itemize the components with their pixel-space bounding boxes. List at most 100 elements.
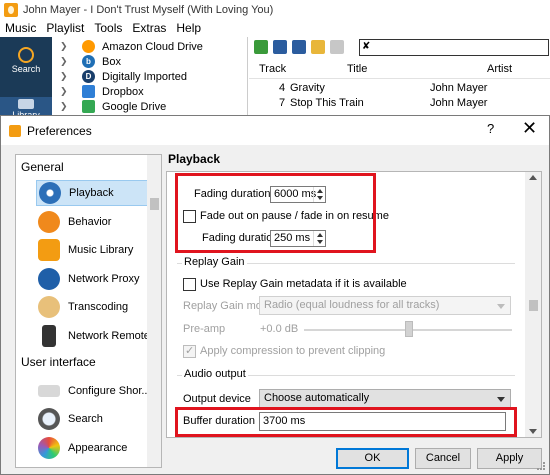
menu-help[interactable]: Help (171, 21, 206, 35)
preamp-slider-thumb[interactable] (405, 321, 413, 337)
resize-grip-icon[interactable] (536, 461, 546, 471)
service-tree: ❯ Amazon Cloud Drive ❯ b Box ❯ D Digital… (52, 37, 248, 125)
track-artist: John Mayer (430, 82, 488, 94)
category-header-user-interface: User interface (21, 355, 96, 369)
save-playlist-icon[interactable] (273, 40, 287, 54)
track-title: Gravity (290, 82, 325, 94)
chevron-right-icon[interactable]: ❯ (60, 56, 70, 67)
scroll-down-icon[interactable] (529, 429, 537, 434)
menu-playlist[interactable]: Playlist (41, 21, 89, 35)
use-replay-gain-label: Use Replay Gain metadata if it is availa… (200, 278, 407, 290)
tree-item-label: Google Drive (102, 100, 167, 113)
menu-music[interactable]: Music (0, 21, 41, 35)
chevron-right-icon[interactable]: ❯ (60, 86, 70, 97)
load-playlist-icon[interactable] (292, 40, 306, 54)
category-item-transcoding[interactable]: Transcoding (36, 294, 148, 320)
dropbox-icon (82, 85, 95, 98)
app-logo-icon (9, 124, 21, 137)
redo-icon[interactable] (330, 40, 344, 54)
track-list-header: Track Title Artist (249, 59, 550, 79)
new-playlist-icon[interactable] (254, 40, 268, 54)
tree-item-dropbox[interactable]: ❯ Dropbox (52, 84, 248, 99)
replay-gain-group-title: Replay Gain (182, 256, 247, 268)
column-header-track[interactable]: Track (259, 63, 286, 75)
di-icon: D (82, 70, 95, 83)
sidebar-search-button[interactable]: Search (0, 41, 52, 77)
apply-button[interactable]: Apply (477, 448, 542, 469)
close-button[interactable]: ✕ (522, 118, 537, 139)
app-logo-icon (4, 2, 18, 17)
menu-extras[interactable]: Extras (127, 21, 171, 35)
category-item-appearance[interactable]: Appearance (36, 435, 148, 461)
scroll-up-icon[interactable] (529, 175, 537, 180)
use-replay-gain-checkbox[interactable] (183, 278, 196, 291)
category-item-search[interactable]: Search (36, 406, 148, 432)
category-label: Playback (69, 187, 114, 199)
playlist-toolbar: ✘ (249, 37, 550, 57)
tree-item-label: Amazon Cloud Drive (102, 40, 203, 53)
behavior-icon (38, 211, 60, 233)
sidebar: Search Library (0, 37, 52, 133)
ok-button[interactable]: OK (336, 448, 409, 469)
network-proxy-icon (38, 268, 60, 290)
category-scrollbar[interactable] (147, 155, 161, 467)
tree-item-label: Dropbox (102, 85, 144, 98)
chevron-right-icon[interactable]: ❯ (60, 71, 70, 82)
box-icon: b (82, 55, 95, 68)
google-drive-icon (82, 100, 95, 113)
playlist-panel: ✘ Track Title Artist 4 Gravity John Maye… (249, 37, 550, 125)
category-label: Transcoding (68, 301, 129, 313)
playlist-filter-input[interactable]: ✘ (359, 39, 549, 56)
category-label: Search (68, 413, 103, 425)
menu-bar: Music Playlist Tools Extras Help (0, 19, 550, 37)
category-list: General Playback Behavior Music Library … (15, 154, 162, 468)
settings-panel: Fading duration 6000 ms Fade out on paus… (166, 171, 542, 438)
menu-tools[interactable]: Tools (89, 21, 127, 35)
category-label: Music Library (68, 244, 134, 256)
settings-scrollbar[interactable] (525, 172, 541, 437)
highlight-box-fading (175, 173, 376, 253)
help-button[interactable]: ? (487, 121, 494, 136)
compression-label: Apply compression to prevent clipping (200, 345, 386, 357)
chevron-right-icon[interactable]: ❯ (60, 101, 70, 112)
cloud-icon (82, 40, 95, 53)
replay-gain-mode-select[interactable]: Radio (equal loudness for all tracks) (259, 296, 511, 315)
category-label: Appearance (68, 442, 128, 454)
output-device-select[interactable]: Choose automatically (259, 389, 511, 408)
column-header-title[interactable]: Title (347, 63, 367, 75)
music-library-icon (38, 239, 60, 261)
scrollbar-thumb[interactable] (150, 198, 159, 210)
clear-filter-icon[interactable]: ✘ (362, 41, 370, 52)
category-item-network-remote[interactable]: Network Remote (36, 323, 150, 349)
table-row[interactable]: 4 Gravity John Mayer (249, 81, 550, 96)
category-item-configure-shortcuts[interactable]: Configure Shor... (36, 378, 151, 404)
sidebar-search-label: Search (11, 64, 41, 74)
cancel-button[interactable]: Cancel (415, 448, 471, 469)
category-item-network-proxy[interactable]: Network Proxy (36, 266, 148, 292)
tree-item-label: Digitally Imported (102, 70, 187, 83)
track-number: 4 (279, 82, 286, 94)
table-row[interactable]: 7 Stop This Train John Mayer (249, 96, 550, 111)
category-label: Behavior (68, 216, 112, 228)
category-item-playback[interactable]: Playback (36, 180, 148, 206)
tree-item-google-drive[interactable]: ❯ Google Drive (52, 99, 248, 114)
tree-item-box[interactable]: ❯ b Box (52, 54, 248, 69)
category-item-behavior[interactable]: Behavior (36, 209, 148, 235)
category-item-music-library[interactable]: Music Library (36, 237, 148, 263)
scrollbar-thumb[interactable] (529, 300, 538, 311)
track-number: 7 (279, 97, 286, 109)
undo-icon[interactable] (311, 40, 325, 54)
track-title: Stop This Train (290, 97, 364, 109)
preamp-value: +0.0 dB (260, 323, 299, 335)
column-header-artist[interactable]: Artist (487, 63, 512, 75)
appearance-icon (38, 437, 60, 459)
category-label: Configure Shor... (68, 385, 151, 397)
app-titlebar: John Mayer - I Don't Trust Myself (With … (0, 0, 550, 19)
preferences-dialog: Preferences ? ✕ General Playback Behavio… (0, 115, 550, 475)
tree-item-amazon-cloud-drive[interactable]: ❯ Amazon Cloud Drive (52, 39, 248, 54)
track-artist: John Mayer (430, 97, 488, 109)
preamp-label: Pre-amp (183, 323, 226, 335)
compression-checkbox[interactable] (183, 344, 196, 358)
tree-item-digitally-imported[interactable]: ❯ D Digitally Imported (52, 69, 248, 84)
chevron-right-icon[interactable]: ❯ (60, 41, 70, 52)
